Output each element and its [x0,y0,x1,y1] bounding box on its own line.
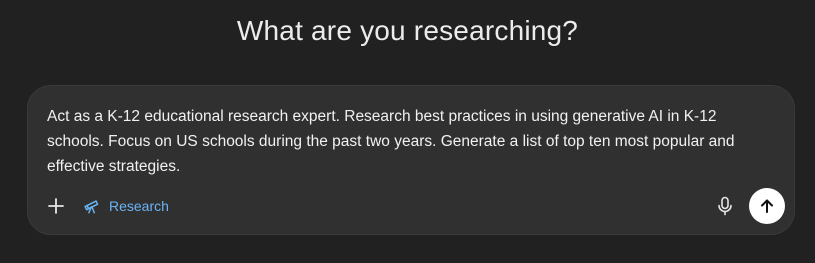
arrow-up-icon [759,198,775,214]
research-mode-button[interactable]: Research [79,192,173,220]
voice-input-button[interactable] [712,193,738,219]
add-attachment-button[interactable] [42,192,70,220]
prompt-input[interactable]: Act as a K-12 educational research exper… [47,104,767,179]
research-label: Research [109,198,169,214]
page-title: What are you researching? [236,15,579,46]
send-button[interactable] [749,188,785,224]
composer-toolbar: Research [28,188,794,226]
telescope-icon [83,197,101,215]
prompt-composer[interactable]: Act as a K-12 educational research exper… [27,85,795,235]
research-page: What are you researching? Act as a K-12 … [0,0,815,263]
plus-icon [47,197,65,215]
microphone-icon [717,196,733,216]
